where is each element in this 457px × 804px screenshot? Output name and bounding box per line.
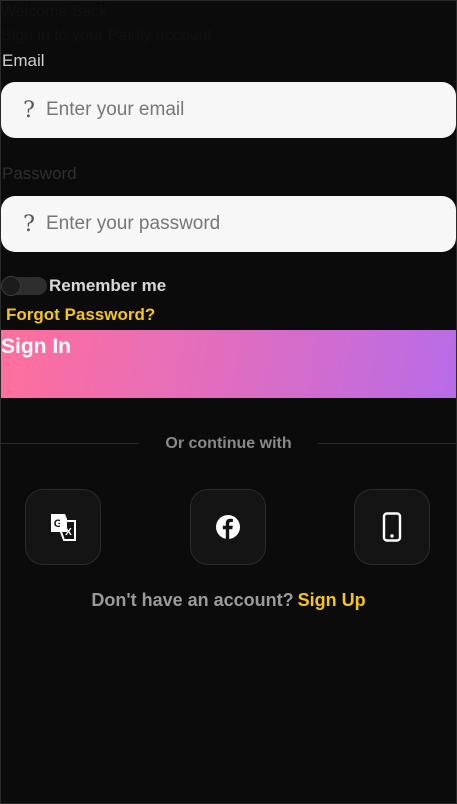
phone-icon <box>382 512 402 542</box>
svg-text:X: X <box>65 527 72 538</box>
facebook-icon <box>216 515 240 539</box>
sign-in-button[interactable]: Sign In <box>1 330 456 398</box>
email-field[interactable]: ? <box>1 82 456 138</box>
password-icon: ? <box>23 211 35 237</box>
email-label: Email <box>2 51 45 70</box>
toggle-knob <box>1 276 21 296</box>
signup-row: Don't have an account? Sign Up <box>0 590 457 611</box>
phone-button[interactable] <box>354 489 430 565</box>
forgot-password-link[interactable]: Forgot Password? <box>6 305 155 325</box>
facebook-button[interactable] <box>190 489 266 565</box>
sign-up-link[interactable]: Sign Up <box>298 590 366 610</box>
google-translate-button[interactable]: G X <box>25 489 101 565</box>
email-icon: ? <box>23 97 35 123</box>
divider-text: Or continue with <box>165 435 292 452</box>
remember-me-toggle[interactable] <box>1 276 47 296</box>
password-label: Password <box>2 164 77 183</box>
remember-me-label: Remember me <box>49 276 167 295</box>
remember-me-row[interactable]: Remember me <box>1 276 166 296</box>
email-input[interactable] <box>44 98 428 122</box>
password-field[interactable]: ? <box>1 196 456 252</box>
sign-in-label: Sign In <box>1 335 71 358</box>
google-translate-icon: G X <box>51 514 76 541</box>
page-title: Welcome Back <box>1 3 108 20</box>
divider-right <box>318 443 456 444</box>
signup-question: Don't have an account? <box>91 590 294 610</box>
password-input[interactable] <box>44 212 428 236</box>
page-subtitle: Sign in to your Pairily account <box>1 27 212 44</box>
